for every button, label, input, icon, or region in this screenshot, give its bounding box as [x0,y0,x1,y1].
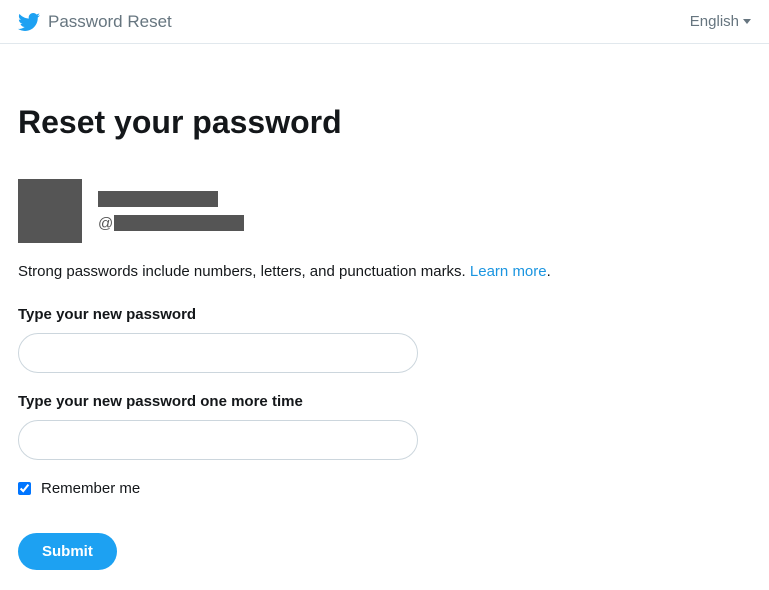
remember-me-checkbox[interactable] [18,482,31,495]
header-bar: Password Reset English [0,0,769,44]
main-content: Reset your password @ Strong passwords i… [0,44,769,590]
display-name-redacted [98,191,218,207]
header-left: Password Reset [18,11,172,33]
remember-me-row: Remember me [18,480,751,497]
page-title: Reset your password [18,104,751,141]
new-password-input[interactable] [18,333,418,373]
learn-more-link[interactable]: Learn more [470,263,547,280]
twitter-bird-icon [18,11,40,33]
user-text: @ [98,191,244,232]
user-info-block: @ [18,179,751,243]
at-sign: @ [98,215,113,232]
password-hint-text: Strong passwords include numbers, letter… [18,263,751,280]
language-label: English [690,13,739,30]
header-title: Password Reset [48,12,172,32]
confirm-password-input[interactable] [18,420,418,460]
handle-row: @ [98,215,244,232]
submit-button[interactable]: Submit [18,533,117,570]
chevron-down-icon [743,19,751,24]
language-selector[interactable]: English [690,13,751,30]
remember-me-label: Remember me [41,480,140,497]
avatar [18,179,82,243]
period: . [547,263,551,280]
hint-text: Strong passwords include numbers, letter… [18,263,470,280]
handle-redacted [114,215,244,231]
new-password-label: Type your new password [18,306,751,323]
confirm-password-label: Type your new password one more time [18,393,751,410]
